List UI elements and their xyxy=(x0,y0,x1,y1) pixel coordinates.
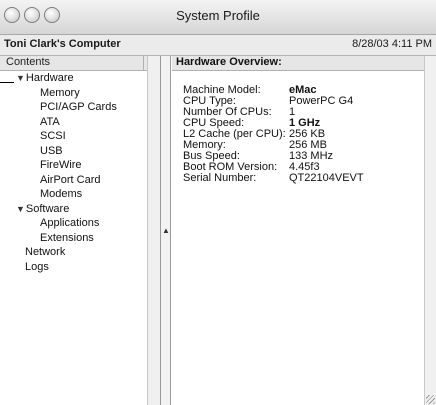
contents-item-label: PCI/AGP Cards xyxy=(40,101,117,113)
contents-item-label: FireWire xyxy=(40,159,82,171)
contents-item-scsi[interactable]: SCSI xyxy=(40,130,66,142)
contents-item-label: Hardware xyxy=(25,72,74,84)
contents-item-usb[interactable]: USB xyxy=(40,145,63,157)
spec-value: QT22104VEVT xyxy=(289,172,364,184)
contents-item-hardware[interactable]: ▼Hardware xyxy=(16,72,74,84)
callout-line xyxy=(0,82,14,83)
column-divider[interactable] xyxy=(143,56,144,70)
spec-row: Serial Number: QT22104VEVT xyxy=(183,172,364,184)
contents-item-logs[interactable]: Logs xyxy=(25,261,49,273)
title-bar[interactable]: System Profile xyxy=(0,0,436,35)
contents-item-pci-agp-cards[interactable]: PCI/AGP Cards xyxy=(40,101,117,113)
contents-item-network[interactable]: Network xyxy=(25,246,65,258)
contents-item-label: USB xyxy=(40,144,63,157)
detail-header: Hardware Overview: xyxy=(172,56,424,71)
pane-splitter[interactable]: ▲ xyxy=(161,56,171,405)
detail-scrollbar[interactable] xyxy=(424,56,436,405)
report-datetime: 8/28/03 4:11 PM xyxy=(352,38,432,50)
detail-pane: Hardware Overview: Machine Model: eMac CPU… xyxy=(172,56,436,405)
contents-item-label: Memory xyxy=(40,86,80,99)
window-title: System Profile xyxy=(176,8,260,23)
contents-pane: Contents ▼Hardware Memory PCI/AGP Cards ATA… xyxy=(0,56,161,405)
contents-item-label: Logs xyxy=(25,260,49,273)
contents-item-label: Network xyxy=(25,246,66,258)
contents-item-airport-card[interactable]: AirPort Card xyxy=(40,174,101,186)
contents-item-modems[interactable]: Modems xyxy=(40,188,82,200)
contents-item-label: SCSI xyxy=(40,130,66,142)
info-bar: Toni Clark's Computer 8/28/03 4:11 PM xyxy=(0,35,436,56)
contents-item-applications[interactable]: Applications xyxy=(40,217,99,229)
contents-item-label: AirPort Card xyxy=(40,173,101,186)
splitter-arrow-icon[interactable]: ▲ xyxy=(162,226,170,235)
disclosure-triangle-icon[interactable]: ▼ xyxy=(16,204,25,214)
disclosure-triangle-icon[interactable]: ▼ xyxy=(16,73,25,83)
contents-item-software[interactable]: ▼Software xyxy=(16,203,69,215)
contents-item-firewire[interactable]: FireWire xyxy=(40,159,82,171)
detail-header-title: Hardware Overview: xyxy=(176,56,282,68)
contents-column-header[interactable]: Contents xyxy=(0,56,147,71)
contents-item-label: Modems xyxy=(40,188,83,200)
contents-scrollbar[interactable] xyxy=(147,56,160,405)
resize-grip-icon[interactable] xyxy=(426,395,435,404)
contents-item-label: Applications xyxy=(40,217,100,229)
spec-label: Serial Number: xyxy=(183,172,257,184)
contents-item-label: Extensions xyxy=(40,231,94,244)
spec-value: PowerPC G4 xyxy=(289,95,354,107)
contents-header-label: Contents xyxy=(6,56,51,68)
contents-item-memory[interactable]: Memory xyxy=(40,87,80,99)
contents-item-ata[interactable]: ATA xyxy=(40,116,60,128)
system-profile-window: System Profile Toni Clark's Computer 8/2… xyxy=(0,0,436,405)
contents-item-extensions[interactable]: Extensions xyxy=(40,232,94,244)
contents-item-label: Software xyxy=(25,202,70,215)
contents-item-label: ATA xyxy=(40,115,60,128)
computer-name: Toni Clark's Computer xyxy=(4,38,121,50)
